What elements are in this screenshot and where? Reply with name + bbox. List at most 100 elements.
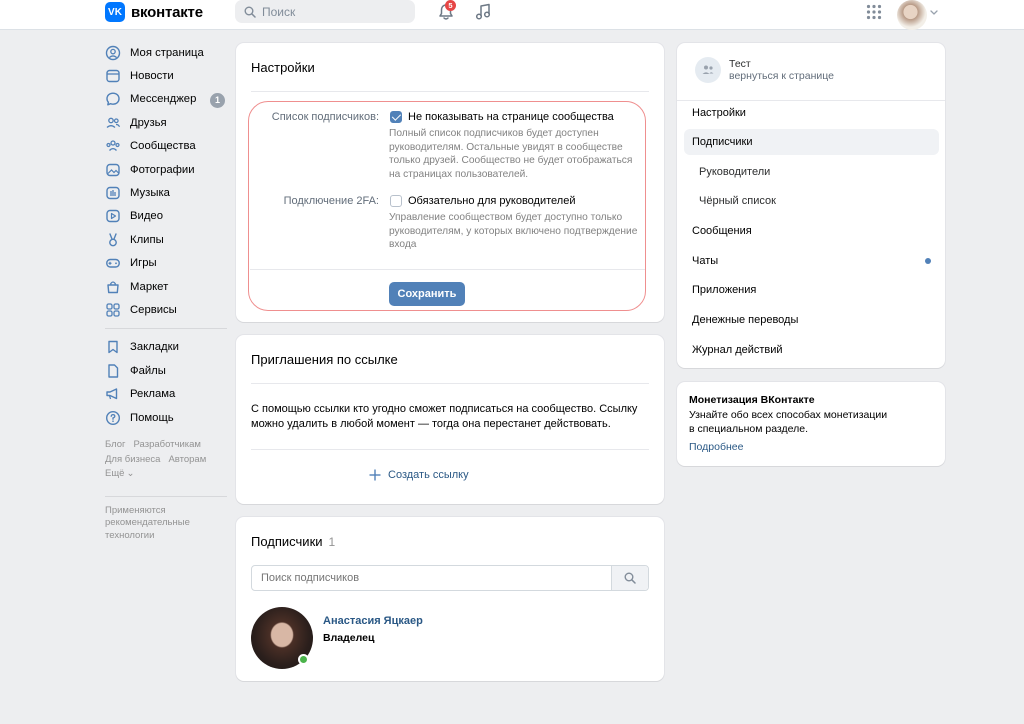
create-link-label: Создать ссылку	[388, 469, 469, 481]
sidebar-item-label: Новости	[130, 70, 174, 83]
sidebar-footer-links: Блог Разработчикам Для бизнеса Авторам Ещё…	[105, 438, 227, 482]
menu-item-money-transfers[interactable]: Денежные переводы	[684, 307, 939, 333]
file-icon	[108, 364, 119, 378]
sidebar-item-my-page[interactable]: Моя страница	[105, 41, 227, 64]
monetization-more-link[interactable]: Подробнее	[689, 441, 743, 453]
menu-item-label: Чаты	[692, 255, 719, 267]
footer-link-authors[interactable]: Авторам	[168, 454, 206, 465]
menu-item-settings[interactable]: Настройки	[684, 100, 939, 126]
menu-item-label: Чёрный список	[699, 195, 776, 207]
vk-logo-icon: VK	[105, 2, 125, 22]
footer-more[interactable]: Ещё ⌄	[105, 467, 227, 482]
megaphone-icon	[106, 388, 118, 400]
footer-link-developers[interactable]: Разработчикам	[134, 439, 201, 450]
communities-icon	[106, 140, 120, 152]
footer-link-business[interactable]: Для бизнеса	[105, 454, 160, 465]
sidebar-item-ads[interactable]: Реклама	[105, 382, 227, 405]
menu-item-label: Сообщения	[692, 225, 752, 237]
photo-icon	[106, 163, 120, 176]
twofa-checkbox-label[interactable]: Обязательно для руководителей	[408, 195, 575, 207]
invites-title: Приглашения по ссылке	[251, 352, 398, 367]
sidebar-item-label: Моя страница	[130, 46, 204, 59]
menu-item-managers[interactable]: Руководители	[684, 159, 939, 185]
services-icon	[106, 303, 120, 317]
music-icon	[106, 186, 120, 200]
sidebar-divider	[105, 327, 227, 329]
sidebar-item-label: Маркет	[130, 280, 169, 293]
menu-item-label: Руководители	[699, 166, 771, 178]
sidebar-item-market[interactable]: Маркет	[105, 275, 227, 298]
sidebar-item-label: Помощь	[130, 411, 174, 424]
invites-description: С помощью ссылки кто угодно сможет подпи…	[251, 403, 638, 430]
sidebar-item-music[interactable]: Музыка	[105, 181, 227, 204]
back-to-page-link[interactable]: вернуться к странице	[729, 70, 834, 82]
sidebar-item-video[interactable]: Видео	[105, 205, 227, 228]
messenger-badge: 1	[210, 92, 225, 108]
global-search[interactable]	[235, 0, 415, 23]
menu-item-action-log[interactable]: Журнал действий	[684, 337, 939, 363]
sidebar-item-label: Фотографии	[130, 163, 195, 176]
sidebar-item-communities[interactable]: Сообщества	[105, 135, 227, 158]
menu-item-apps[interactable]: Приложения	[684, 277, 939, 303]
hide-subscribers-checkbox-label[interactable]: Не показывать на странице сообщества	[408, 111, 614, 123]
sidebar-item-messenger[interactable]: Мессенджер 1	[105, 88, 227, 111]
subscriber-list-item[interactable]: Анастасия Яцкаер Владелец	[251, 607, 649, 671]
unread-dot	[925, 258, 931, 264]
sidebar-item-label: Закладки	[130, 341, 179, 354]
gamepad-icon	[106, 259, 120, 268]
news-icon	[106, 69, 120, 83]
sidebar-item-label: Сервисы	[130, 303, 177, 316]
subscriber-name[interactable]: Анастасия Яцкаер	[323, 615, 423, 627]
sidebar-item-label: Клипы	[130, 233, 164, 246]
sidebar-item-help[interactable]: Помощь	[105, 406, 227, 429]
user-circle-icon	[105, 45, 121, 60]
subscribers-search[interactable]	[251, 565, 649, 591]
search-icon	[244, 6, 256, 18]
menu-item-label: Журнал действий	[692, 344, 783, 356]
group-header[interactable]: Тест вернуться к странице	[695, 57, 834, 83]
twofa-checkbox[interactable]	[390, 195, 402, 207]
subscribers-search-input[interactable]	[252, 572, 612, 584]
recommendation-notice[interactable]: Применяются рекомендательные технологии	[105, 505, 205, 543]
monetization-card: Монетизация ВКонтакте Узнайте обо всех с…	[677, 382, 945, 466]
hide-subscribers-checkbox[interactable]	[390, 111, 402, 123]
twofa-hint: Управление сообществом будет доступно то…	[389, 212, 638, 251]
create-link-button[interactable]: Создать ссылку	[369, 469, 469, 481]
profile-avatar[interactable]	[897, 0, 927, 30]
menu-item-messages[interactable]: Сообщения	[684, 218, 939, 244]
clips-icon	[109, 233, 117, 247]
chevron-down-icon[interactable]	[929, 7, 939, 17]
help-icon	[105, 410, 121, 425]
subscribers-header: Подписчики 1	[251, 534, 335, 549]
top-bar: VK вконтакте 5	[0, 0, 1024, 30]
sidebar-item-clips[interactable]: Клипы	[105, 228, 227, 251]
sidebar-item-bookmarks[interactable]: Закладки	[105, 336, 227, 359]
apps-grid-icon[interactable]	[866, 4, 882, 20]
settings-title: Настройки	[251, 60, 315, 75]
sidebar-item-news[interactable]: Новости	[105, 64, 227, 87]
menu-item-label: Настройки	[692, 107, 746, 119]
menu-item-chats[interactable]: Чаты	[684, 248, 939, 274]
vk-logo[interactable]: VK вконтакте	[105, 1, 203, 23]
menu-item-blacklist[interactable]: Чёрный список	[684, 188, 939, 214]
logo-text: вконтакте	[131, 3, 203, 21]
monetization-title: Монетизация ВКонтакте	[689, 394, 815, 406]
sidebar-item-friends[interactable]: Друзья	[105, 111, 227, 134]
footer-more-label: Ещё	[105, 468, 125, 480]
music-icon[interactable]	[473, 2, 493, 22]
subscribers-search-button[interactable]	[611, 566, 648, 590]
save-button[interactable]: Сохранить	[389, 282, 465, 306]
group-avatar	[695, 57, 721, 83]
sidebar-item-label: Видео	[130, 210, 164, 223]
sidebar-item-files[interactable]: Файлы	[105, 359, 227, 382]
sidebar-item-photos[interactable]: Фотографии	[105, 158, 227, 181]
sidebar-item-services[interactable]: Сервисы	[105, 298, 227, 321]
sidebar-item-label: Друзья	[130, 116, 167, 129]
footer-link-blog[interactable]: Блог	[105, 439, 126, 450]
sidebar-item-games[interactable]: Игры	[105, 252, 227, 275]
menu-item-label: Подписчики	[692, 136, 753, 148]
monetization-text: Узнайте обо всех способах монетизации в …	[689, 409, 888, 435]
subscribers-count: 1	[328, 535, 336, 549]
menu-item-subscribers[interactable]: Подписчики	[684, 129, 939, 155]
global-search-input[interactable]	[262, 4, 402, 19]
